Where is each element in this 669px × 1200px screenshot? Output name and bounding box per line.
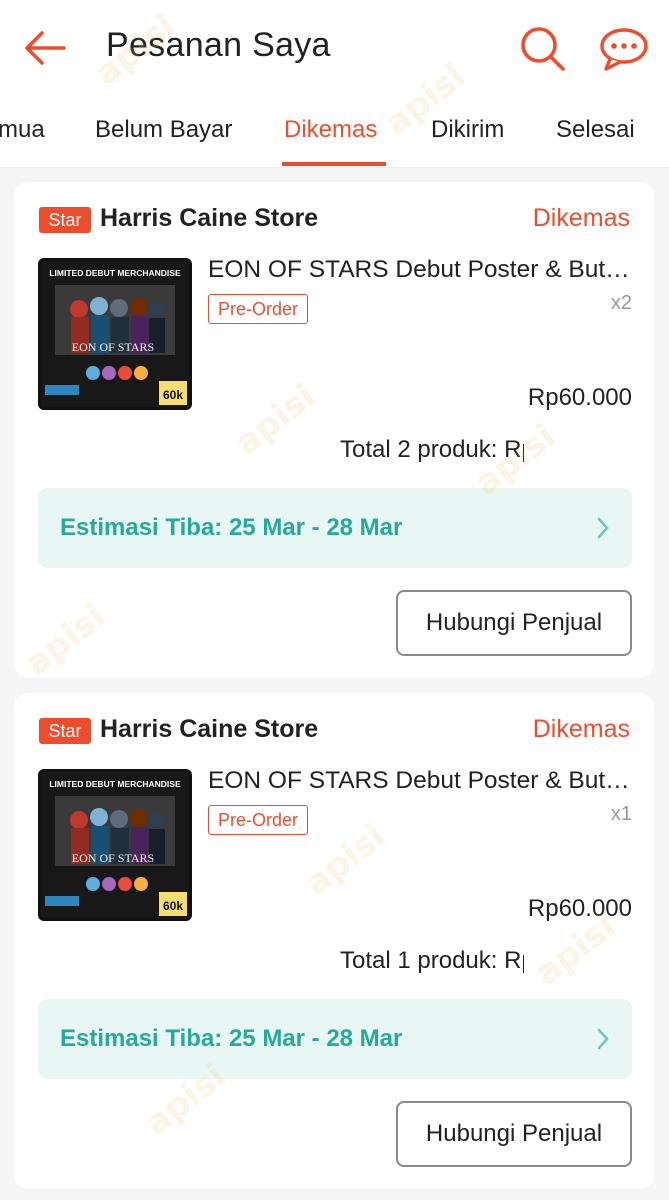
order-status-tabs: mua Belum Bayar Dikemas Dikirim Selesai xyxy=(0,100,669,168)
thumb-price-tag: 60k xyxy=(163,899,183,913)
product-image: LIMITED DEBUT MERCHANDISE EON OF STARS 6… xyxy=(41,261,189,407)
delivery-estimate[interactable]: Estimasi Tiba: 25 Mar - 28 Mar xyxy=(38,488,632,568)
order-card[interactable]: Star Harris Caine Store Dikemas LIMITED … xyxy=(14,693,654,1189)
quantity: x1 xyxy=(610,803,632,825)
search-button[interactable] xyxy=(518,24,566,72)
order-total: Total 2 produk: Rp120.000 xyxy=(340,436,524,463)
chevron-right-icon xyxy=(597,1028,609,1050)
order-status: Dikemas xyxy=(532,204,630,232)
active-tab-indicator xyxy=(282,162,386,166)
search-icon xyxy=(521,27,565,71)
page-title: Pesanan Saya xyxy=(106,26,331,64)
back-arrow-icon xyxy=(25,31,66,65)
shop-name[interactable]: Harris Caine Store xyxy=(100,204,318,233)
chat-icon xyxy=(600,28,648,71)
tab-dikemas[interactable]: Dikemas xyxy=(284,116,377,144)
quantity: x2 xyxy=(610,292,632,314)
product-image: LIMITED DEBUT MERCHANDISE EON OF STARS 6… xyxy=(41,772,189,918)
shop-badge: Star xyxy=(39,207,91,233)
back-button[interactable] xyxy=(22,26,68,70)
app-header: Pesanan Saya xyxy=(0,0,669,100)
chat-button[interactable] xyxy=(598,26,650,72)
shop-name[interactable]: Harris Caine Store xyxy=(100,715,318,744)
thumb-logo: EON OF STARS xyxy=(72,851,154,865)
contact-seller-button[interactable]: Hubungi Penjual xyxy=(396,590,632,656)
delivery-estimate[interactable]: Estimasi Tiba: 25 Mar - 28 Mar xyxy=(38,999,632,1079)
delivery-estimate-text: Estimasi Tiba: 25 Mar - 28 Mar xyxy=(60,514,403,541)
thumb-heading: LIMITED DEBUT MERCHANDISE xyxy=(49,268,181,278)
thumb-logo: EON OF STARS xyxy=(72,340,154,354)
tab-belum-bayar[interactable]: Belum Bayar xyxy=(95,116,232,144)
product-title[interactable]: EON OF STARS Debut Poster & Button xyxy=(208,256,632,284)
product-price: Rp60.000 xyxy=(527,895,632,922)
pre-order-tag: Pre-Order xyxy=(208,294,309,324)
order-card[interactable]: Star Harris Caine Store Dikemas LIMITED … xyxy=(14,182,654,678)
tab-dikirim[interactable]: Dikirim xyxy=(431,116,504,144)
product-thumbnail[interactable]: LIMITED DEBUT MERCHANDISE EON OF STARS 6… xyxy=(38,258,192,410)
product-thumbnail[interactable]: LIMITED DEBUT MERCHANDISE EON OF STARS 6… xyxy=(38,769,192,921)
tab-semua[interactable]: mua xyxy=(0,116,45,144)
delivery-estimate-text: Estimasi Tiba: 25 Mar - 28 Mar xyxy=(60,1025,403,1052)
product-price: Rp60.000 xyxy=(527,384,632,411)
shop-badge: Star xyxy=(39,718,91,744)
pre-order-tag: Pre-Order xyxy=(208,805,309,835)
tab-selesai[interactable]: Selesai xyxy=(556,116,635,144)
product-title[interactable]: EON OF STARS Debut Poster & Button xyxy=(208,767,632,795)
chevron-right-icon xyxy=(597,517,609,539)
order-total: Total 1 produk: Rp60.000 xyxy=(340,947,524,974)
thumb-heading: LIMITED DEBUT MERCHANDISE xyxy=(49,779,181,789)
contact-seller-button[interactable]: Hubungi Penjual xyxy=(396,1101,632,1167)
order-status: Dikemas xyxy=(532,715,630,743)
thumb-price-tag: 60k xyxy=(163,388,183,402)
